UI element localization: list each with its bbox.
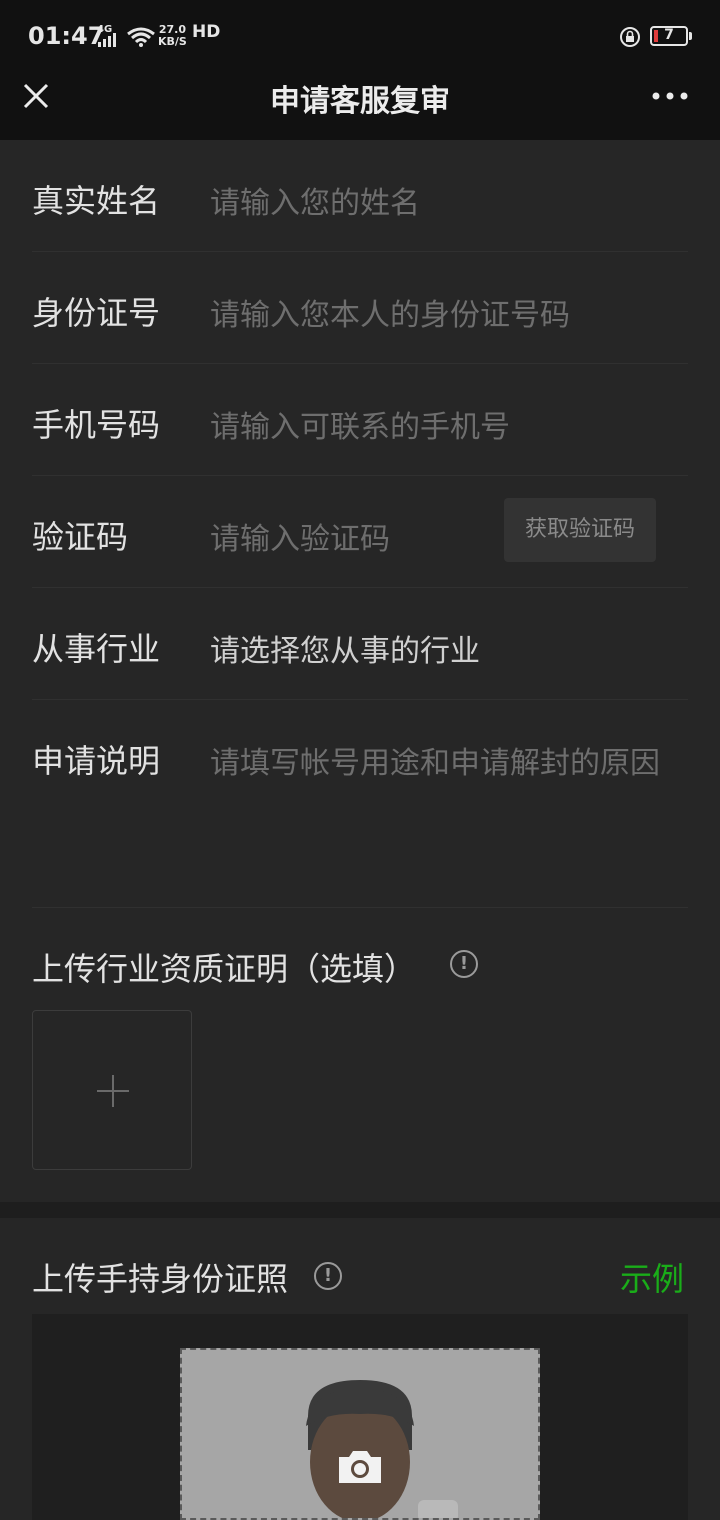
id-number-row: 身份证号 请输入您本人的身份证号码 (32, 252, 688, 364)
get-code-button[interactable]: 获取验证码 (504, 498, 656, 562)
description-row: 申请说明 请填写帐号用途和申请解封的原因 (32, 700, 688, 908)
id-photo-upload[interactable] (180, 1348, 540, 1520)
industry-select[interactable]: 请选择您从事的行业 (210, 626, 480, 670)
camera-icon[interactable] (335, 1445, 385, 1487)
status-bar: 01:47 4G 27.0 KB/S HD 7 (0, 0, 720, 70)
section-divider (0, 1202, 720, 1218)
page-title: 申请客服复审 (270, 84, 450, 119)
name-label: 真实姓名 (32, 182, 161, 220)
id-photo-section: 上传手持身份证照 ! 示例 (0, 1218, 720, 1520)
phone-row: 手机号码 请输入可联系的手机号 (32, 364, 688, 476)
code-label: 验证码 (32, 518, 129, 556)
battery-tip (689, 32, 692, 40)
plus-icon (97, 1075, 129, 1107)
more-icon[interactable] (650, 90, 690, 102)
info-icon[interactable]: ! (450, 950, 478, 978)
id-photo-area (32, 1314, 688, 1520)
battery-percent: 7 (664, 27, 674, 43)
battery-icon: 7 (650, 26, 688, 46)
review-form: 真实姓名 请输入您的姓名 身份证号 请输入您本人的身份证号码 手机号码 请输入可… (0, 140, 720, 1202)
speed-unit: KB/S (158, 35, 187, 48)
industry-row[interactable]: 从事行业 请选择您从事的行业 (32, 588, 688, 700)
id-number-input[interactable]: 请输入您本人的身份证号码 (210, 290, 570, 334)
nav-bar: 申请客服复审 (0, 70, 720, 140)
example-link[interactable]: 示例 (620, 1254, 684, 1300)
qualification-upload-button[interactable] (32, 1010, 192, 1170)
network-speed: 27.0 KB/S (158, 24, 187, 48)
wifi-icon (127, 27, 155, 47)
name-row: 真实姓名 请输入您的姓名 (32, 140, 688, 252)
phone-input[interactable]: 请输入可联系的手机号 (210, 402, 510, 446)
description-input[interactable]: 请填写帐号用途和申请解封的原因 (210, 738, 660, 782)
description-label: 申请说明 (32, 742, 161, 780)
phone-label: 手机号码 (32, 406, 161, 444)
signal-icon (98, 33, 116, 47)
id-number-label: 身份证号 (32, 294, 161, 332)
id-photo-title: 上传手持身份证照 (32, 1260, 289, 1298)
industry-label: 从事行业 (32, 630, 161, 668)
info-icon[interactable]: ! (314, 1262, 342, 1290)
qualification-title: 上传行业资质证明（选填） (32, 950, 417, 988)
code-input[interactable]: 请输入验证码 (210, 514, 390, 558)
person-illustration (306, 1380, 458, 1518)
status-time: 01:47 (28, 22, 105, 50)
hd-indicator: HD (192, 22, 221, 42)
rotation-lock-icon (620, 27, 640, 47)
name-input[interactable]: 请输入您的姓名 (210, 178, 420, 222)
